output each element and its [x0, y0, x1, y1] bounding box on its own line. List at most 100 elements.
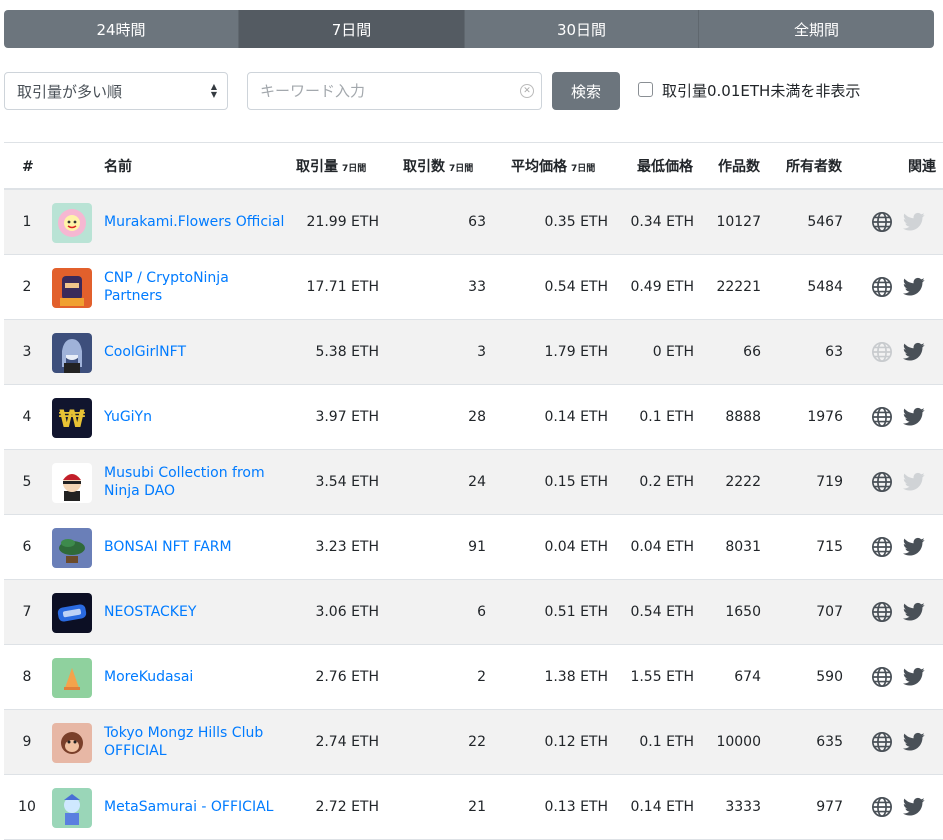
avg-price-cell: 0.04 ETH	[544, 539, 608, 555]
twitter-icon[interactable]	[903, 602, 925, 622]
owners-cell: 590	[816, 669, 843, 685]
rank-cell: 1	[22, 214, 32, 230]
sales-cell: 33	[468, 279, 486, 295]
collection-name-link[interactable]: NEOSTACKEY	[104, 580, 289, 644]
collection-avatar[interactable]	[52, 658, 92, 698]
collection-avatar[interactable]	[52, 723, 92, 763]
items-cell: 22221	[716, 279, 761, 295]
col-name[interactable]: 名前	[104, 143, 132, 191]
collection-avatar[interactable]	[52, 203, 92, 243]
twitter-icon[interactable]	[903, 667, 925, 687]
collection-avatar[interactable]: ₩	[52, 398, 92, 438]
collection-avatar[interactable]	[52, 268, 92, 308]
floor-price-cell: 0.1 ETH	[639, 734, 694, 750]
collection-avatar[interactable]	[52, 593, 92, 633]
col-owners[interactable]: 所有者数	[786, 143, 842, 191]
globe-icon[interactable]	[871, 796, 893, 818]
twitter-icon[interactable]	[903, 277, 925, 297]
col-volume[interactable]: 取引量 7日間	[296, 143, 366, 191]
items-cell: 3333	[725, 799, 761, 815]
globe-icon[interactable]	[871, 406, 893, 428]
avg-price-cell: 0.12 ETH	[544, 734, 608, 750]
search-input[interactable]	[248, 73, 522, 109]
globe-icon[interactable]	[871, 471, 893, 493]
col-floor-price[interactable]: 最低価格	[637, 143, 693, 191]
sales-cell: 22	[468, 734, 486, 750]
volume-cell: 21.99 ETH	[306, 214, 379, 230]
sales-cell: 91	[468, 539, 486, 555]
collection-name-link[interactable]: Musubi Collection from Ninja DAO	[104, 450, 289, 514]
sort-select[interactable]: 取引量が多い順 ▲ ▼	[4, 72, 228, 110]
tab-all[interactable]: 全期間	[699, 10, 934, 48]
sales-cell: 28	[468, 409, 486, 425]
col-volume-label: 取引量	[296, 159, 338, 175]
globe-icon[interactable]	[871, 536, 893, 558]
items-cell: 66	[743, 344, 761, 360]
cone-avatar-icon	[64, 668, 80, 690]
collection-name-link[interactable]: CoolGirlNFT	[104, 320, 289, 384]
hide-small-checkbox[interactable]	[638, 82, 653, 97]
twitter-icon[interactable]	[903, 537, 925, 557]
items-cell: 1650	[725, 604, 761, 620]
table-row: 8 MoreKudasai 2.76 ETH 2 1.38 ETH 1.55 E…	[4, 645, 943, 710]
col-sales-note: 7日間	[449, 164, 474, 174]
rank-cell: 6	[22, 539, 32, 555]
owners-cell: 719	[816, 474, 843, 490]
tab-24h[interactable]: 24時間	[4, 10, 239, 48]
girl-avatar-icon	[62, 339, 82, 373]
twitter-icon[interactable]	[903, 212, 925, 232]
twitter-icon[interactable]	[903, 797, 925, 817]
collection-name-link[interactable]: BONSAI NFT FARM	[104, 515, 289, 579]
globe-icon[interactable]	[871, 341, 893, 363]
collection-name-link[interactable]: YuGiYn	[104, 385, 289, 449]
keyboard-avatar-icon	[57, 604, 87, 622]
collection-avatar[interactable]	[52, 528, 92, 568]
col-sales[interactable]: 取引数 7日間	[403, 143, 473, 191]
table-body: 1 Murakami.Flowers Official 21.99 ETH 63…	[4, 190, 943, 840]
globe-icon[interactable]	[871, 731, 893, 753]
twitter-icon[interactable]	[903, 732, 925, 752]
floor-price-cell: 0.2 ETH	[639, 474, 694, 490]
globe-icon[interactable]	[871, 211, 893, 233]
volume-cell: 17.71 ETH	[306, 279, 379, 295]
avg-price-cell: 0.54 ETH	[544, 279, 608, 295]
floor-price-cell: 0.1 ETH	[639, 409, 694, 425]
owners-cell: 715	[816, 539, 843, 555]
tab-30d[interactable]: 30日間	[465, 10, 699, 48]
monkey-avatar-icon	[61, 732, 83, 754]
avg-price-cell: 0.15 ETH	[544, 474, 608, 490]
collection-avatar[interactable]	[52, 333, 92, 373]
twitter-icon[interactable]	[903, 407, 925, 427]
table-row: 10 MetaSamurai - OFFICIAL 2.72 ETH 21 0.…	[4, 775, 943, 840]
rank-cell: 8	[22, 669, 32, 685]
collection-name-link[interactable]: Murakami.Flowers Official	[104, 190, 289, 254]
twitter-icon[interactable]	[903, 472, 925, 492]
globe-icon[interactable]	[871, 276, 893, 298]
collection-avatar[interactable]	[52, 463, 92, 503]
sales-cell: 3	[477, 344, 486, 360]
table-row: 3 CoolGirlNFT 5.38 ETH 3 1.79 ETH 0 ETH …	[4, 320, 943, 385]
collection-name-link[interactable]: MoreKudasai	[104, 645, 289, 709]
rank-cell: 2	[22, 279, 32, 295]
twitter-icon[interactable]	[903, 342, 925, 362]
floor-price-cell: 0.49 ETH	[630, 279, 694, 295]
globe-icon[interactable]	[871, 601, 893, 623]
globe-icon[interactable]	[871, 666, 893, 688]
tab-7d[interactable]: 7日間	[239, 10, 465, 48]
owners-cell: 635	[816, 734, 843, 750]
volume-cell: 2.74 ETH	[315, 734, 379, 750]
collection-avatar[interactable]	[52, 788, 92, 828]
col-avg-price[interactable]: 平均価格 7日間	[511, 143, 595, 191]
clear-icon[interactable]: ✕	[520, 84, 534, 98]
volume-cell: 3.23 ETH	[315, 539, 379, 555]
collection-name-link[interactable]: MetaSamurai - OFFICIAL	[104, 775, 289, 839]
avg-price-cell: 0.14 ETH	[544, 409, 608, 425]
collection-name-link[interactable]: Tokyo Mongz Hills Club OFFICIAL	[104, 710, 289, 774]
period-tabs: 24時間 7日間 30日間 全期間	[4, 10, 934, 48]
floor-price-cell: 0.04 ETH	[630, 539, 694, 555]
items-cell: 8888	[725, 409, 761, 425]
avg-price-cell: 0.13 ETH	[544, 799, 608, 815]
col-items[interactable]: 作品数	[718, 143, 760, 191]
search-button[interactable]: 検索	[552, 72, 620, 110]
collection-name-link[interactable]: CNP / CryptoNinja Partners	[104, 255, 289, 319]
